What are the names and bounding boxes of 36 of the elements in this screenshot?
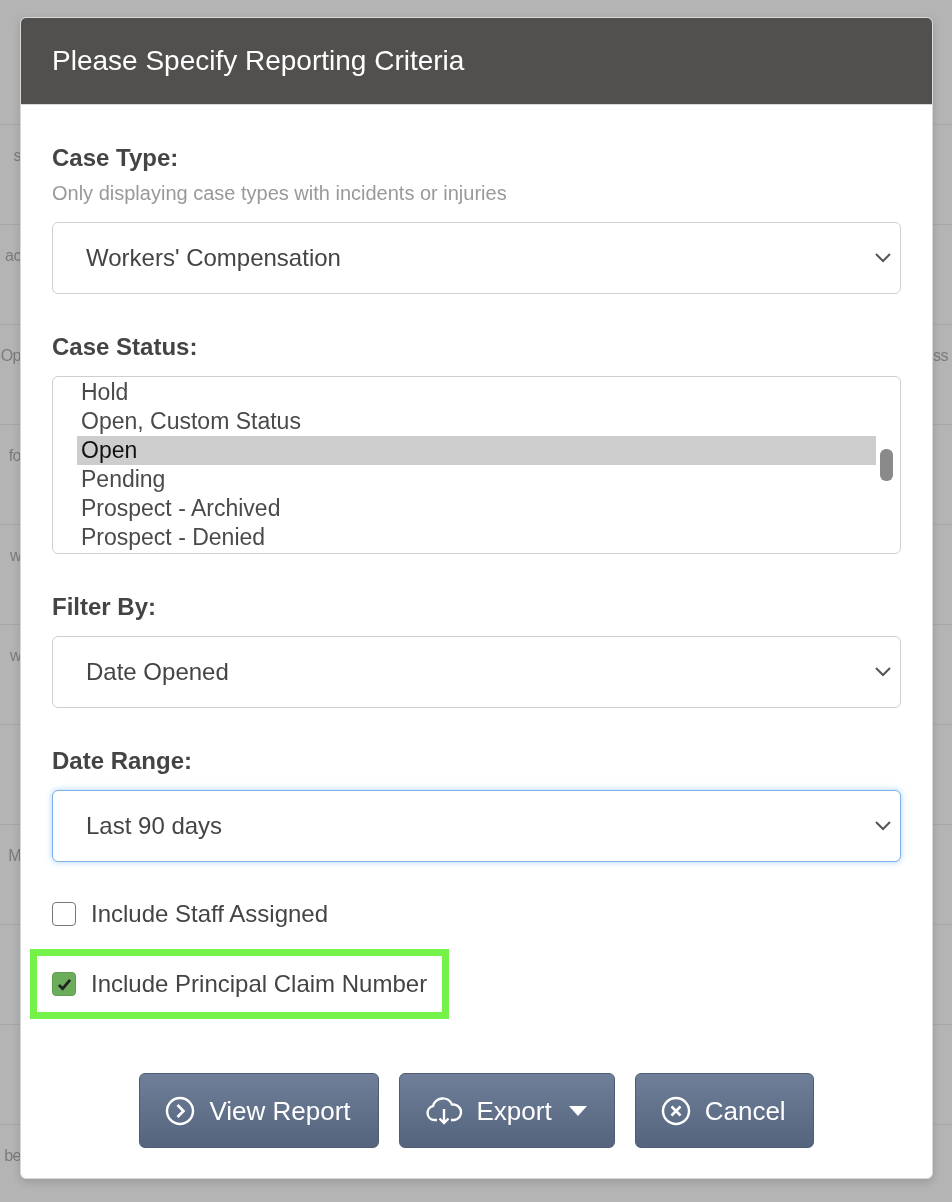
checkbox[interactable]: [52, 972, 76, 996]
export-button[interactable]: Export: [398, 1073, 615, 1148]
checkbox[interactable]: [52, 902, 76, 926]
field-label: Case Type:: [52, 144, 180, 172]
hint-text: Only displaying case types with incidents or injuries: [52, 181, 508, 205]
list-option[interactable]: Open, Custom Status: [77, 407, 876, 436]
chevron-down-icon: [875, 253, 891, 263]
case-status-list[interactable]: Hold Open, Custom Status Open Pending Prospect - Archived Prospect - Denied: [52, 376, 901, 554]
list-option[interactable]: Hold: [77, 378, 876, 407]
background-text: be: [4, 1147, 21, 1164]
background-text: Op: [0, 347, 21, 364]
field-label: Case Status:: [52, 333, 199, 361]
list-option[interactable]: Prospect - Denied: [77, 523, 876, 552]
checkbox-label[interactable]: Include Principal Claim Number: [91, 967, 428, 1001]
chevron-circle-icon: [165, 1095, 196, 1126]
field-label: Filter By:: [52, 593, 157, 621]
scrollbar-thumb[interactable]: [880, 449, 893, 481]
close-circle-icon: [660, 1095, 691, 1126]
background-text: ss: [933, 347, 948, 364]
dropdown-select[interactable]: Workers' Compensation: [52, 222, 901, 294]
view-report-button[interactable]: View Report: [139, 1073, 379, 1148]
list-option[interactable]: Prospect - Archived: [77, 494, 876, 523]
field-label: Date Range:: [52, 747, 194, 775]
background-text: fo: [8, 447, 21, 464]
cancel-button[interactable]: Cancel: [634, 1073, 814, 1148]
check-icon: [56, 977, 72, 991]
checkbox-label[interactable]: Include Staff Assigned: [91, 897, 329, 931]
chevron-down-icon: [875, 821, 891, 831]
cloud-download-icon: [424, 1095, 463, 1126]
dialog-title: Please Specify Reporting Criteria: [52, 44, 465, 78]
dropdown-select[interactable]: Last 90 days: [52, 790, 901, 862]
list-option[interactable]: Pending: [77, 465, 876, 494]
dropdown-select[interactable]: Date Opened: [52, 636, 901, 708]
background-text: M: [8, 847, 21, 864]
list-option[interactable]: Open: [77, 436, 876, 465]
chevron-down-icon: [875, 667, 891, 677]
